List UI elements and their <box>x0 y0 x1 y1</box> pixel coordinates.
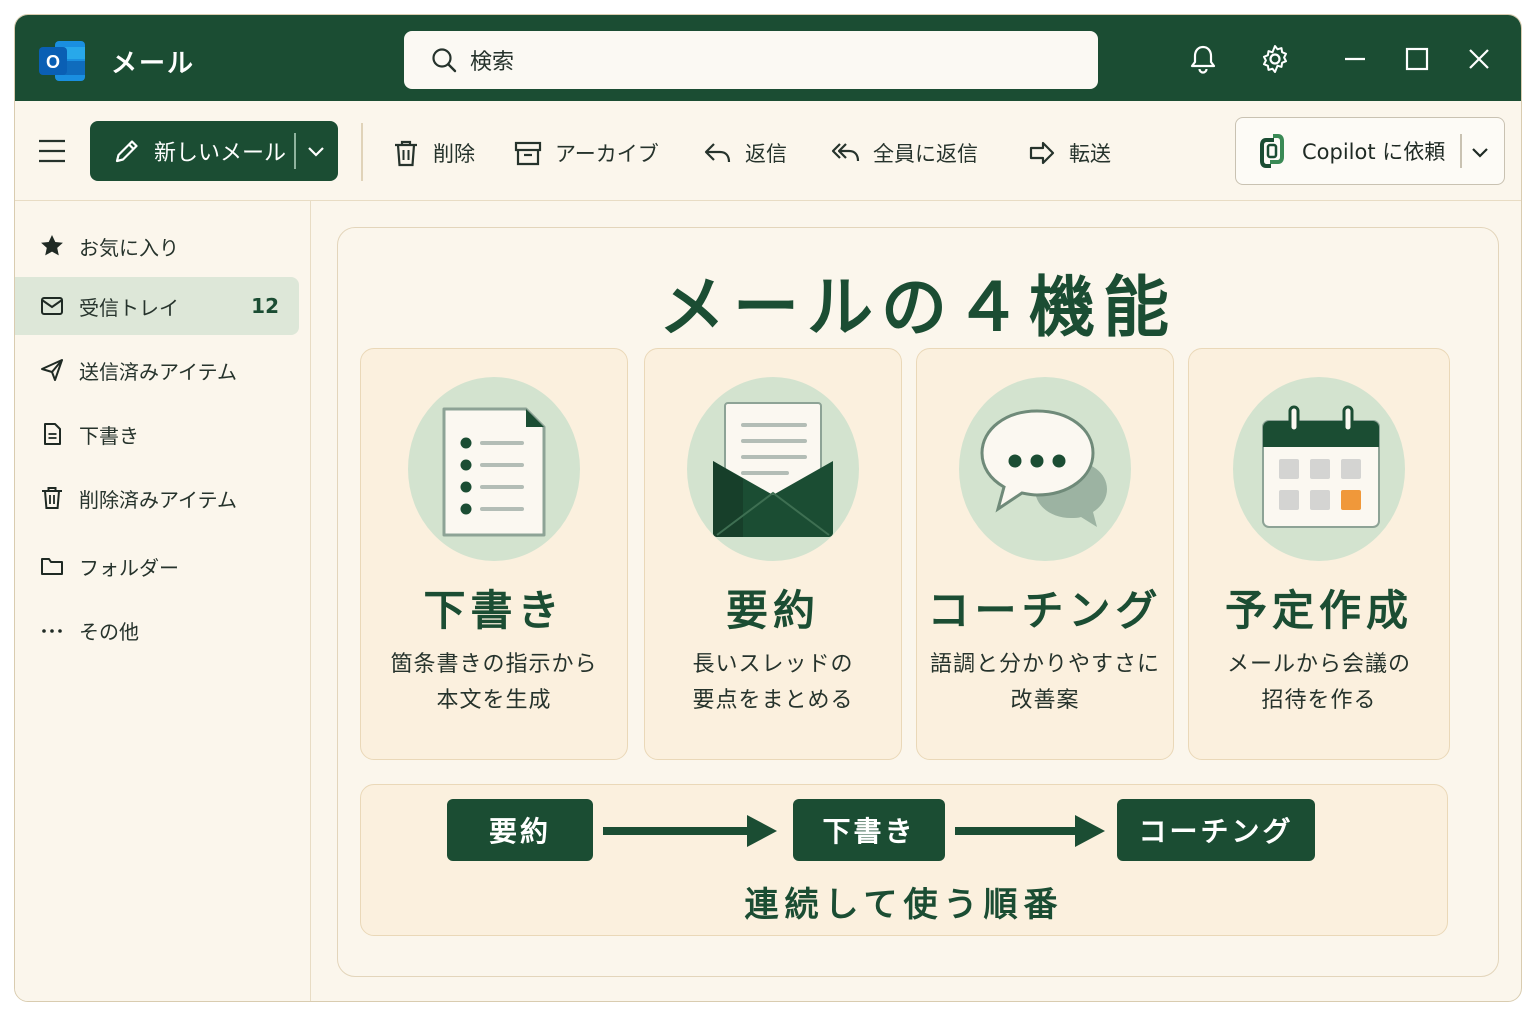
chevron-down-icon[interactable] <box>1468 140 1492 164</box>
feature-description-line: 要点をまとめる <box>692 688 854 713</box>
feature-description-line: 本文を生成 <box>436 688 552 713</box>
forward-button[interactable]: 転送 <box>1027 137 1111 169</box>
feature-description-line: メールから会議の <box>1226 652 1411 677</box>
mail-window: O メール 検索 新しいメール 削除 アーカイブ 返信 全員に返信 転送 Cop… <box>14 14 1522 1002</box>
sidebar: お気に入り 受信トレイ 12 送信済みアイテム 下書き 削除済みアイテム フォル… <box>15 201 311 1001</box>
calendar-icon <box>1262 405 1380 528</box>
archive-button[interactable]: アーカイブ <box>513 137 659 169</box>
sidebar-item-label: その他 <box>79 619 139 644</box>
delete-button[interactable]: 削除 <box>391 137 475 169</box>
maximize-icon[interactable] <box>1401 43 1433 75</box>
inbox-icon <box>41 297 63 315</box>
page-title: メールの４機能 <box>659 269 1177 346</box>
folder-icon <box>41 558 63 575</box>
chevron-down-icon[interactable] <box>304 139 328 163</box>
archive-label: アーカイブ <box>555 142 659 166</box>
new-mail-button[interactable]: 新しいメール <box>90 121 338 181</box>
feature-description-line: 語調と分かりやすさに <box>929 652 1160 677</box>
reply-button[interactable]: 返信 <box>703 137 787 169</box>
feature-title: 予定作成 <box>1224 586 1413 635</box>
divider <box>294 133 296 169</box>
more-icon <box>42 629 62 633</box>
app-title: メール <box>111 49 196 79</box>
arrow-right-icon <box>603 815 777 847</box>
document-icon <box>44 423 61 445</box>
forward-label: 転送 <box>1069 142 1111 166</box>
sidebar-item-label: 削除済みアイテム <box>79 487 237 512</box>
sidebar-item-deleted[interactable]: 削除済みアイテム <box>15 469 299 527</box>
sidebar-item-label: 受信トレイ <box>79 295 179 320</box>
feature-description-line: 長いスレッドの <box>692 652 854 677</box>
svg-text:O: O <box>46 52 60 72</box>
new-mail-label: 新しいメール <box>154 141 287 166</box>
sidebar-item-label: 送信済みアイテム <box>79 359 237 384</box>
feature-description-line: 招待を作る <box>1261 688 1377 713</box>
reply-all-button[interactable]: 全員に返信 <box>831 137 978 169</box>
outlook-logo-icon: O <box>39 41 85 81</box>
reply-label: 返信 <box>745 142 787 166</box>
pen-icon <box>115 140 138 163</box>
sidebar-item-more[interactable]: その他 <box>15 601 299 659</box>
reply-all-label: 全員に返信 <box>873 142 978 166</box>
divider <box>361 123 363 181</box>
divider <box>1460 134 1462 168</box>
delete-label: 削除 <box>433 142 475 166</box>
trash-icon <box>395 140 417 167</box>
open-envelope-icon <box>713 402 833 537</box>
flow-caption: 連続して使う順番 <box>744 885 1064 925</box>
hamburger-menu-icon[interactable] <box>37 137 67 165</box>
feature-description: 長いスレッドの 要点をまとめる <box>645 647 901 719</box>
reply-all-icon <box>831 143 860 162</box>
search-icon <box>432 48 457 73</box>
reply-icon <box>704 143 731 163</box>
feature-title: 要約 <box>725 586 820 635</box>
sidebar-item-label: 下書き <box>79 423 139 448</box>
flow-step-draft: 下書き <box>793 799 945 861</box>
copilot-button[interactable]: Copilot に依頼 <box>1235 117 1505 185</box>
feature-description: メールから会議の 招待を作る <box>1189 647 1449 719</box>
minimize-icon[interactable] <box>1339 43 1371 75</box>
feature-card-summary[interactable]: 要約 長いスレッドの 要点をまとめる <box>644 348 902 760</box>
copilot-label: Copilot に依頼 <box>1302 140 1446 164</box>
chat-bubbles-icon <box>980 409 1107 527</box>
forward-icon <box>1029 141 1055 165</box>
feature-description-line: 箇条書きの指示から <box>390 652 598 677</box>
sidebar-item-inbox[interactable]: 受信トレイ 12 <box>15 277 299 335</box>
sidebar-item-sent[interactable]: 送信済みアイテム <box>15 341 299 399</box>
gear-icon[interactable] <box>1259 43 1291 75</box>
feature-description-line: 改善案 <box>1010 688 1080 713</box>
feature-card-coaching[interactable]: コーチング 語調と分かりやすさに 改善案 <box>916 348 1174 760</box>
feature-card-draft[interactable]: 下書き 箇条書きの指示から 本文を生成 <box>360 348 628 760</box>
close-icon[interactable] <box>1463 43 1495 75</box>
feature-card-schedule[interactable]: 予定作成 メールから会議の 招待を作る <box>1188 348 1450 760</box>
feature-description: 語調と分かりやすさに 改善案 <box>917 647 1173 719</box>
search-placeholder: 検索 <box>470 50 515 75</box>
feature-title: 下書き <box>423 586 565 635</box>
sidebar-item-label: フォルダー <box>79 555 179 580</box>
sidebar-item-label: お気に入り <box>79 235 179 260</box>
send-icon <box>41 359 63 381</box>
title-bar: O メール 検索 <box>15 15 1521 101</box>
bell-icon[interactable] <box>1187 43 1219 75</box>
arrow-right-icon <box>955 815 1105 847</box>
flow-step-summary: 要約 <box>447 799 593 861</box>
features-panel: メールの４機能 下書き 箇条書きの指示から 本文を生成 要約 長いスレッドの 要… <box>337 227 1499 977</box>
flow-step-coaching: コーチング <box>1117 799 1315 861</box>
sidebar-item-drafts[interactable]: 下書き <box>15 405 299 463</box>
feature-title: コーチング <box>927 586 1163 635</box>
trash-icon <box>42 487 62 509</box>
feature-description: 箇条書きの指示から 本文を生成 <box>361 647 627 719</box>
archive-icon <box>514 141 542 166</box>
workflow-box: 要約 下書き コーチング 連続して使う順番 <box>360 784 1448 936</box>
sidebar-item-favorites[interactable]: お気に入り <box>15 217 299 275</box>
document-list-icon <box>442 407 546 537</box>
search-box[interactable]: 検索 <box>404 31 1098 89</box>
sidebar-item-folders[interactable]: フォルダー <box>15 537 299 595</box>
star-icon <box>41 235 63 256</box>
command-bar: 新しいメール 削除 アーカイブ 返信 全員に返信 転送 Copilot に依頼 <box>15 101 1521 201</box>
unread-count-badge: 12 <box>251 294 279 318</box>
copilot-logo-icon <box>1260 134 1284 168</box>
